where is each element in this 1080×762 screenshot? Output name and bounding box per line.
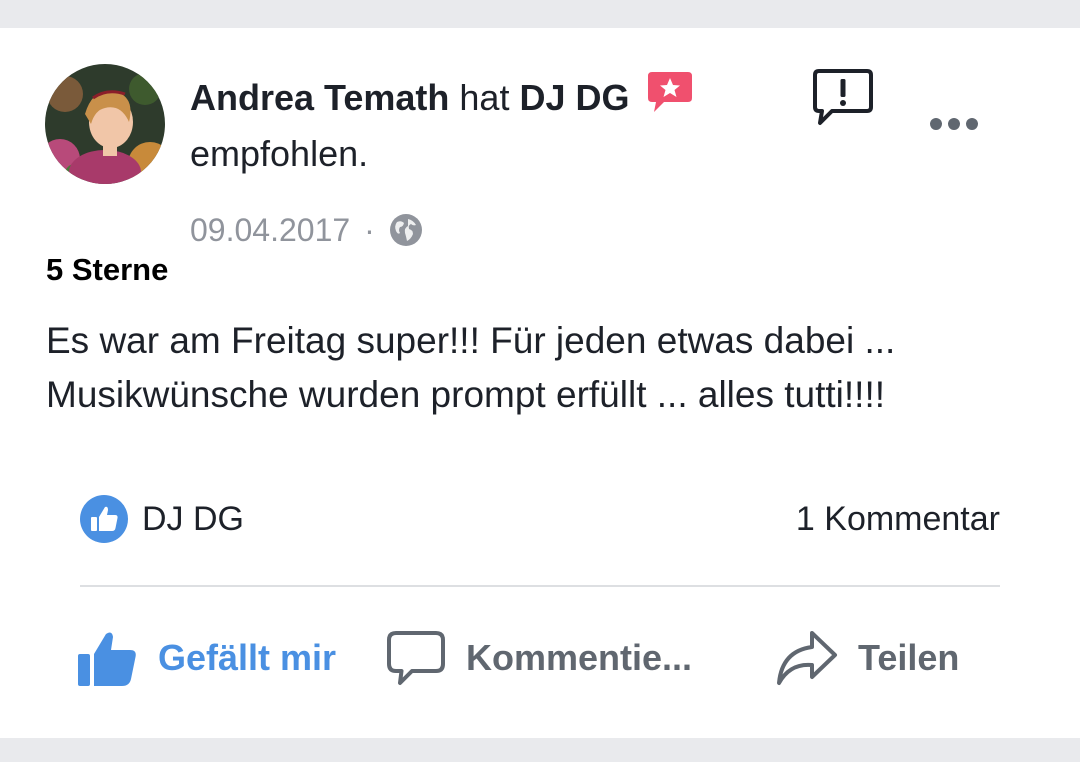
- avatar-photo: [45, 64, 165, 184]
- page-name[interactable]: DJ DG: [519, 77, 629, 118]
- thumbs-up-icon: [78, 632, 136, 686]
- globe-icon: [389, 213, 423, 247]
- recommendation-star-icon: [646, 70, 694, 114]
- review-text: Es war am Freitag super!!! Für jeden etw…: [46, 314, 1046, 422]
- share-button[interactable]: Teilen: [776, 618, 959, 698]
- like-thumb-badge-icon[interactable]: [80, 495, 128, 543]
- review-line-2: Musikwünsche wurden prompt erfüllt ... a…: [46, 374, 886, 415]
- avatar[interactable]: [45, 64, 165, 184]
- more-dots-icon[interactable]: [924, 112, 984, 136]
- review-line-1: Es war am Freitag super!!! Für jeden etw…: [46, 320, 896, 361]
- share-label: Teilen: [858, 637, 960, 678]
- like-label: Gefällt mir: [158, 637, 337, 678]
- recommendation-post-card: Andrea Temath hat DJ DG empfohlen. 09.04…: [0, 28, 1080, 738]
- rating-label: 5 Sterne: [46, 252, 169, 287]
- report-speech-bubble-icon[interactable]: [812, 68, 874, 126]
- action-text: empfohlen.: [190, 133, 369, 174]
- post-header: Andrea Temath hat DJ DG empfohlen.: [190, 70, 750, 182]
- meta-separator: ·: [364, 211, 375, 248]
- reactor-name[interactable]: DJ DG: [142, 500, 244, 539]
- action-bar: Gefällt mir Kommentie... Teilen: [0, 618, 1080, 698]
- post-date[interactable]: 09.04.2017: [190, 212, 350, 249]
- comment-bubble-icon: [387, 631, 445, 685]
- comment-label: Kommentie...: [466, 637, 693, 678]
- share-arrow-icon: [777, 631, 837, 685]
- post-meta: 09.04.2017 ·: [190, 208, 423, 252]
- reactions-summary: DJ DG 1 Kommentar: [80, 494, 1000, 544]
- comment-count[interactable]: 1 Kommentar: [796, 500, 1000, 539]
- comment-button[interactable]: Kommentie...: [386, 618, 692, 698]
- divider: [80, 585, 1000, 587]
- author-name[interactable]: Andrea Temath: [190, 77, 449, 118]
- like-button[interactable]: Gefällt mir: [76, 618, 336, 698]
- connector-text: hat: [459, 77, 510, 118]
